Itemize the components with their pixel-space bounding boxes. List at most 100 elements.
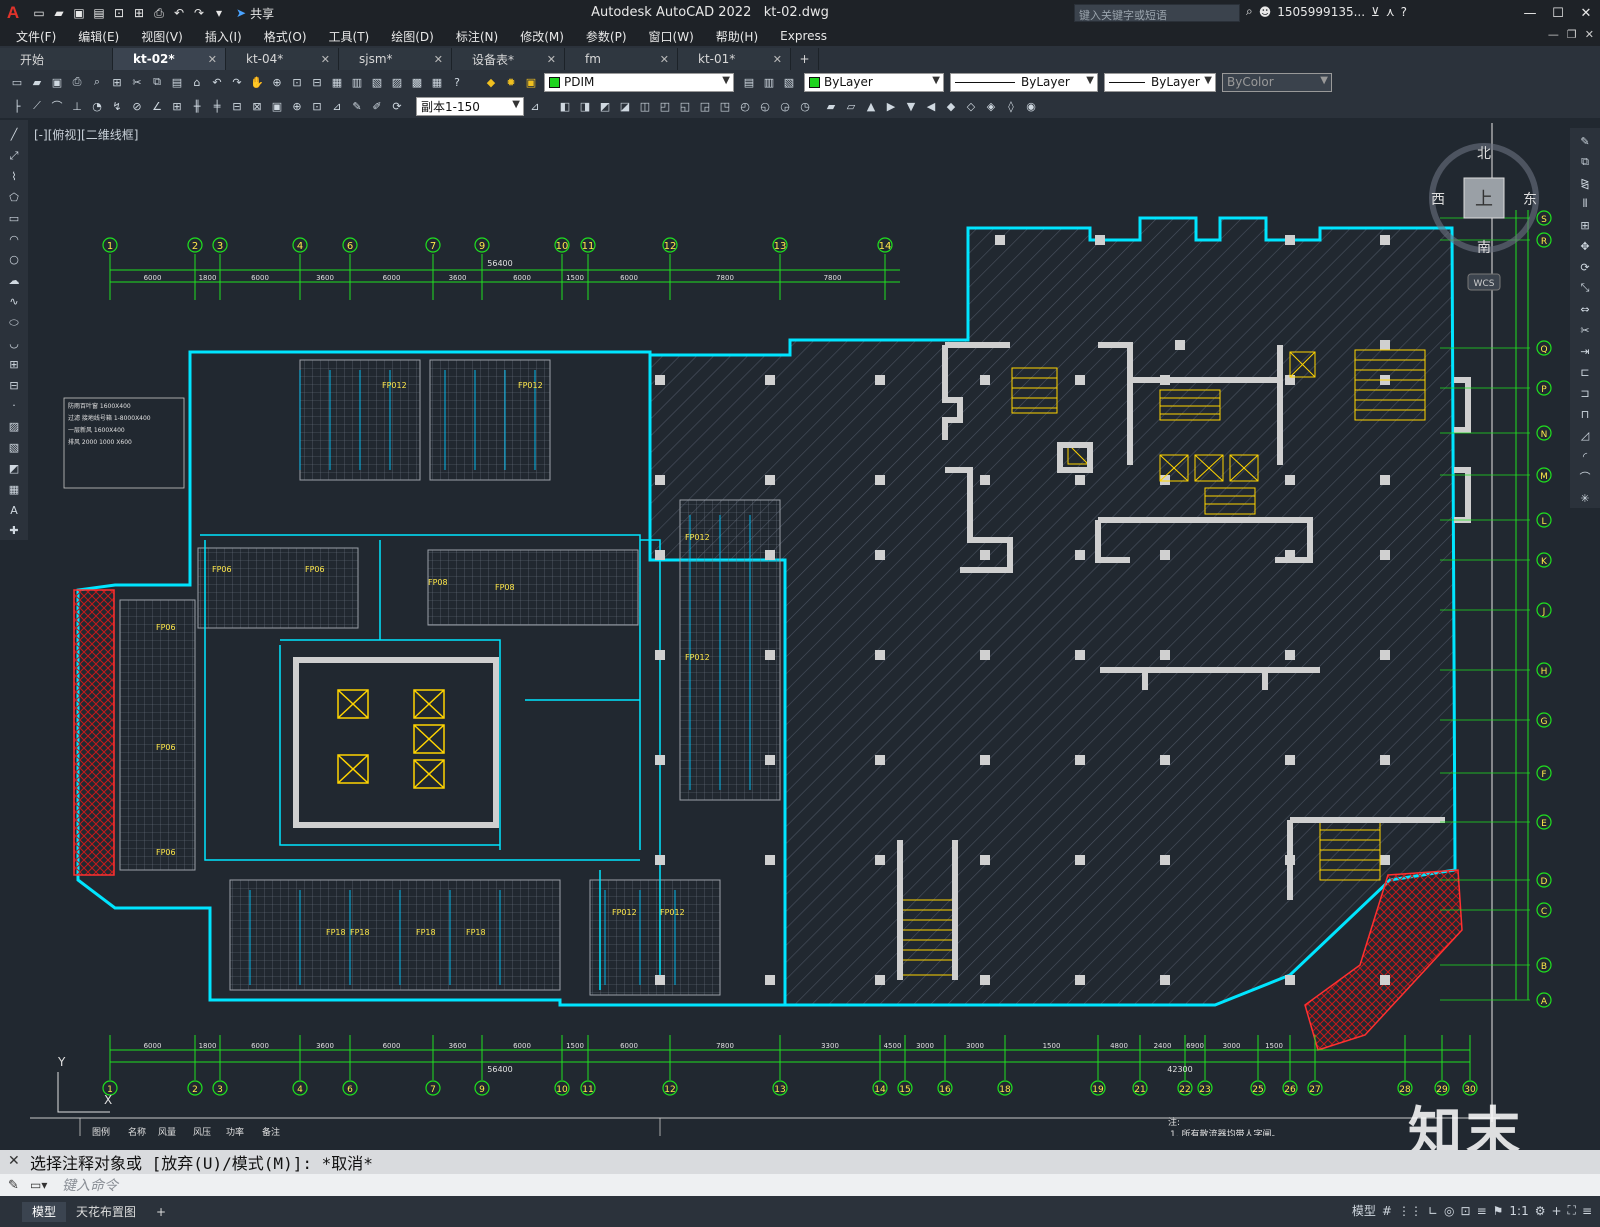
customize-qat-icon[interactable]: ▾ [210,4,228,22]
add-selected-icon[interactable]: ✚ [5,522,23,540]
copy-object-icon[interactable]: ⧉ [1576,153,1594,171]
undo-tb-icon[interactable]: ↶ [208,73,226,91]
design-center-icon[interactable]: ▥ [348,73,366,91]
viewport-label[interactable]: [-][俯视][二维线框] [34,126,138,143]
save-as-icon[interactable]: ▤ [90,4,108,22]
wcs-menu[interactable]: WCS [1474,279,1495,289]
view-bottom-icon[interactable]: ▱ [842,97,860,115]
move-icon[interactable]: ✥ [1576,237,1594,255]
mtext-icon[interactable]: A [5,501,23,519]
ucs-prev-icon[interactable]: ◩ [596,97,614,115]
save-tb-icon[interactable]: ▣ [48,73,66,91]
explode-icon[interactable]: ✳ [1576,489,1594,507]
document-tab[interactable]: 开始 [0,48,113,70]
tolerance-icon[interactable]: ▣ [268,97,286,115]
make-block-icon[interactable]: ⊟ [5,376,23,394]
dim-space-icon[interactable]: ⊟ [228,97,246,115]
erase-icon[interactable]: ✎ [1576,132,1594,150]
user-name[interactable]: 1505999135... [1277,5,1365,19]
break-icon[interactable]: ⊐ [1576,384,1594,402]
dim-style-select[interactable]: 副本1-150 ▼ [416,96,524,116]
pan-icon[interactable]: ✋ [248,73,266,91]
publish-icon[interactable]: ⊞ [108,73,126,91]
dim-radius-icon[interactable]: ◔ [88,97,106,115]
doc-restore-icon[interactable]: ❐ [1567,28,1577,41]
dim-style-icon[interactable]: ⊿ [526,97,544,115]
jogged-linear-icon[interactable]: ⊿ [328,97,346,115]
drawing-canvas[interactable]: FP06 FP06 FP08 FP08 FP012 FP012 FP012 FP012 … [28,120,1568,1136]
polar-icon[interactable]: ◎ [1444,1204,1454,1218]
view-right-icon[interactable]: ▶ [882,97,900,115]
dim-baseline-icon[interactable]: ╫ [188,97,206,115]
ellipse-icon[interactable]: ⬭ [5,314,23,332]
tab-close-icon[interactable]: ✕ [660,53,669,66]
hatch-icon[interactable]: ▨ [5,418,23,436]
gradient-icon[interactable]: ▧ [5,439,23,457]
polygon-icon[interactable]: ⬠ [5,189,23,207]
close-icon[interactable]: ✕ [1572,0,1600,26]
view-nw-icon[interactable]: ◊ [1002,97,1020,115]
markup-icon[interactable]: ▩ [408,73,426,91]
break-at-point-icon[interactable]: ⊏ [1576,363,1594,381]
ucs-apply-icon[interactable]: ◷ [796,97,814,115]
ucs-z-icon[interactable]: ◶ [776,97,794,115]
menu-item[interactable]: Express [780,29,827,43]
redo-icon[interactable]: ↷ [190,4,208,22]
view-back-icon[interactable]: ◀ [922,97,940,115]
redo-tb-icon[interactable]: ↷ [228,73,246,91]
undo-icon[interactable]: ↶ [170,4,188,22]
ortho-icon[interactable]: ∟ [1428,1204,1438,1218]
tab-close-icon[interactable]: ✕ [434,53,443,66]
autodesk-app-icon[interactable]: ⋏ [1386,5,1395,19]
quick-dim-icon[interactable]: ⊞ [168,97,186,115]
document-tab[interactable]: kt-02* ✕ [113,48,226,70]
spline-icon[interactable]: ∿ [5,293,23,311]
region-icon[interactable]: ◩ [5,460,23,478]
view-ne-icon[interactable]: ◈ [982,97,1000,115]
document-tab[interactable]: fm ✕ [565,48,678,70]
minimize-icon[interactable]: — [1516,0,1544,26]
tab-close-icon[interactable]: ✕ [773,53,782,66]
print-icon[interactable]: ⎙ [68,73,86,91]
layer-lock-icon[interactable]: ▣ [522,73,540,91]
cut-icon[interactable]: ✂ [128,73,146,91]
document-tab[interactable]: kt-01* ✕ [678,48,791,70]
array-icon[interactable]: ⊞ [1576,216,1594,234]
mirror-icon[interactable]: ⧎ [1576,174,1594,192]
doc-minimize-icon[interactable]: — [1548,28,1559,41]
help-icon[interactable]: ? [1401,5,1407,19]
open-icon[interactable]: ▰ [28,73,46,91]
layer-state-icon[interactable]: ▧ [780,73,798,91]
customize-icon[interactable]: ≡ [1582,1204,1592,1218]
dim-angular-icon[interactable]: ∠ [148,97,166,115]
point-icon[interactable]: · [5,397,23,415]
ucs-y-icon[interactable]: ◵ [756,97,774,115]
view-se-icon[interactable]: ◇ [962,97,980,115]
dim-update-icon[interactable]: ⟳ [388,97,406,115]
open-folder-icon[interactable]: ▰ [50,4,68,22]
lineweight-toggle-icon[interactable]: ≡ [1477,1204,1487,1218]
dim-linear-icon[interactable]: ├ [8,97,26,115]
circle-icon[interactable]: ○ [5,251,23,269]
ucs-icon[interactable]: ◧ [556,97,574,115]
ucs-origin-icon[interactable]: ◱ [676,97,694,115]
trim-icon[interactable]: ✂ [1576,321,1594,339]
revcloud-icon[interactable]: ☁ [5,272,23,290]
annotation-icon[interactable]: ⚑ [1493,1204,1504,1218]
chamfer-icon[interactable]: ◿ [1576,426,1594,444]
preview-icon[interactable]: ⌕ [88,73,106,91]
line-icon[interactable]: ╱ [5,126,23,144]
match-prop-icon[interactable]: ⌂ [188,73,206,91]
menu-item[interactable]: 修改(M) [520,28,564,45]
close-cmd-icon[interactable]: ✕ [8,1153,20,1169]
osnap-icon[interactable]: ⊡ [1461,1204,1471,1218]
layer-props-icon[interactable]: ◆ [482,73,500,91]
menu-item[interactable]: 参数(P) [586,28,627,45]
zoom-realtime-icon[interactable]: ⊕ [268,73,286,91]
viewcube[interactable]: 上 北 南 东 西 WCS [1420,140,1540,300]
qnew-icon[interactable]: ▭ [8,73,26,91]
ucs-face-icon[interactable]: ◪ [616,97,634,115]
ucs-3point-icon[interactable]: ◳ [716,97,734,115]
center-mark-icon[interactable]: ⊕ [288,97,306,115]
viewcube-top[interactable]: 上 [1475,189,1493,210]
